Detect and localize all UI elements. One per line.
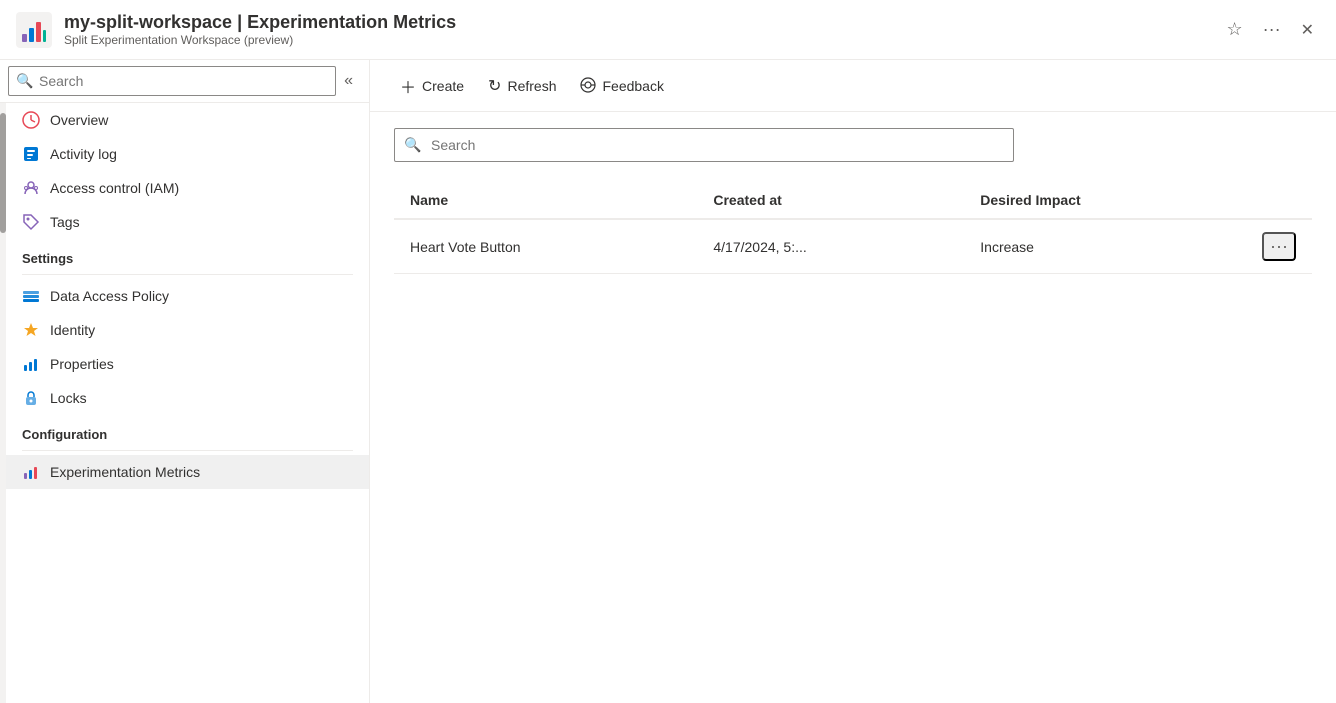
content-area: ＋ Create ↻ Refresh Feedback — [370, 60, 1336, 703]
properties-label: Properties — [50, 356, 114, 372]
subtitle: Split Experimentation Workspace (preview… — [64, 33, 1208, 47]
content-search-input[interactable] — [394, 128, 1014, 162]
sidebar-nav: Overview Activity log — [6, 103, 369, 703]
config-divider — [22, 450, 353, 451]
overview-icon — [22, 111, 40, 129]
feedback-label: Feedback — [602, 78, 663, 94]
sidebar-item-data-access-policy[interactable]: Data Access Policy — [6, 279, 369, 313]
settings-divider — [22, 274, 353, 275]
create-icon: ＋ — [400, 74, 416, 98]
locks-icon — [22, 389, 40, 407]
main-layout: 🔍 « Ove — [0, 60, 1336, 703]
iam-icon — [22, 179, 40, 197]
dap-icon — [22, 287, 40, 305]
title-separator: | — [237, 12, 247, 32]
col-header-created-at: Created at — [697, 182, 964, 219]
identity-label: Identity — [50, 322, 95, 338]
sidebar-scrollbar[interactable] — [0, 103, 6, 703]
dap-label: Data Access Policy — [50, 288, 169, 304]
content-body: 🔍 Name Created at Desired Impact Heart V… — [370, 112, 1336, 703]
tags-icon — [22, 213, 40, 231]
settings-section-header: Settings — [6, 239, 369, 270]
app-logo — [16, 12, 52, 48]
title-bar-actions: ☆ ··· ✕ — [1220, 15, 1320, 44]
feedback-button[interactable]: Feedback — [570, 71, 673, 101]
favorite-button[interactable]: ☆ — [1220, 15, 1248, 44]
cell-created-at: 4/17/2024, 5:... — [697, 219, 964, 274]
identity-icon — [22, 321, 40, 339]
metrics-table: Name Created at Desired Impact Heart Vot… — [394, 182, 1312, 274]
tags-label: Tags — [50, 214, 80, 230]
content-toolbar: ＋ Create ↻ Refresh Feedback — [370, 60, 1336, 112]
col-header-actions — [1246, 182, 1312, 219]
sidebar-header: 🔍 « — [0, 60, 369, 103]
col-header-desired-impact: Desired Impact — [964, 182, 1246, 219]
sidebar-item-activity-log[interactable]: Activity log — [6, 137, 369, 171]
more-actions-button[interactable]: ··· — [1257, 15, 1287, 44]
scrollbar-thumb — [0, 113, 6, 233]
refresh-icon: ↻ — [488, 76, 501, 96]
sidebar-item-overview[interactable]: Overview — [6, 103, 369, 137]
cell-desired-impact: Increase — [964, 219, 1246, 274]
row-more-button[interactable]: ··· — [1262, 232, 1296, 261]
close-button[interactable]: ✕ — [1295, 16, 1320, 44]
cell-name: Heart Vote Button — [394, 219, 697, 274]
create-label: Create — [422, 78, 464, 94]
refresh-button[interactable]: ↻ Refresh — [478, 70, 566, 102]
overview-label: Overview — [50, 112, 108, 128]
sidebar-item-properties[interactable]: Properties — [6, 347, 369, 381]
sidebar-item-locks[interactable]: Locks — [6, 381, 369, 415]
col-header-name: Name — [394, 182, 697, 219]
configuration-section-header: Configuration — [6, 415, 369, 446]
sidebar-item-exp-metrics[interactable]: Experimentation Metrics — [6, 455, 369, 489]
workspace-name: my-split-workspace — [64, 12, 232, 32]
title-bar-main: my-split-workspace | Experimentation Met… — [64, 12, 1208, 33]
locks-label: Locks — [50, 390, 87, 406]
sidebar-collapse-button[interactable]: « — [336, 68, 361, 94]
table-header-row: Name Created at Desired Impact — [394, 182, 1312, 219]
sidebar-item-iam[interactable]: Access control (IAM) — [6, 171, 369, 205]
activity-log-label: Activity log — [50, 146, 117, 162]
refresh-label: Refresh — [507, 78, 556, 94]
page-name: Experimentation Metrics — [247, 12, 456, 32]
sidebar-item-identity[interactable]: Identity — [6, 313, 369, 347]
properties-icon — [22, 355, 40, 373]
content-search-wrap: 🔍 — [394, 128, 1312, 162]
exp-metrics-icon — [22, 463, 40, 481]
activity-icon — [22, 145, 40, 163]
create-button[interactable]: ＋ Create — [390, 68, 474, 104]
sidebar: 🔍 « Ove — [0, 60, 370, 703]
title-bar: my-split-workspace | Experimentation Met… — [0, 0, 1336, 60]
table-row: Heart Vote Button 4/17/2024, 5:... Incre… — [394, 219, 1312, 274]
exp-metrics-label: Experimentation Metrics — [50, 464, 200, 480]
iam-label: Access control (IAM) — [50, 180, 179, 196]
cell-row-actions: ··· — [1246, 219, 1312, 274]
feedback-icon — [580, 77, 596, 95]
title-bar-text: my-split-workspace | Experimentation Met… — [64, 12, 1208, 47]
sidebar-search-input[interactable] — [8, 66, 336, 96]
sidebar-item-tags[interactable]: Tags — [6, 205, 369, 239]
